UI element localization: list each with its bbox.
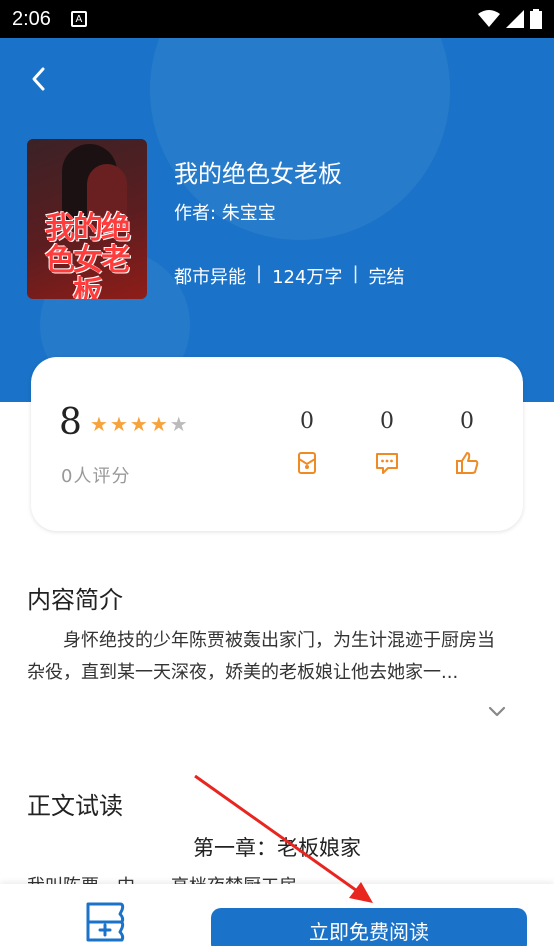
star-filled-icon: ★	[129, 412, 148, 436]
book-word-count: 124万字	[272, 267, 343, 288]
star-empty-icon: ★	[169, 412, 188, 436]
chevron-left-icon[interactable]	[24, 64, 54, 94]
trial-heading: 正文试读	[27, 792, 123, 820]
cover-title-art: 我的绝色女老板	[45, 211, 131, 300]
comment-count: 0	[380, 409, 394, 434]
signal-icon	[506, 10, 524, 28]
status-icons	[478, 9, 542, 29]
notification-icon: A	[70, 11, 87, 27]
intro-text: 身怀绝技的少年陈贾被轰出家门，为生计混迹于厨房当杂役，直到某一天深夜，娇美的老板…	[27, 630, 495, 683]
star-filled-icon: ★	[109, 412, 128, 436]
gift-count: 0	[300, 409, 314, 434]
like-stat[interactable]: 0	[437, 409, 497, 480]
book-category: 都市异能	[174, 267, 246, 288]
free-read-button[interactable]: 立即免费阅读	[211, 908, 527, 946]
meta-separator: |	[352, 263, 359, 284]
chapter-title: 第一章：老板娘家	[193, 836, 361, 860]
intro-heading: 内容简介	[27, 586, 123, 614]
comment-stat[interactable]: 0	[357, 409, 417, 480]
book-title: 我的绝色女老板	[174, 161, 342, 188]
rating-score: 8	[59, 402, 82, 443]
comment-icon[interactable]	[374, 450, 400, 476]
rating-card: 8 ★ ★ ★ ★ ★ 0人评分 0 0 0	[31, 357, 523, 531]
rating-count: 0人评分	[61, 466, 131, 487]
meta-separator: |	[256, 263, 263, 284]
book-author: 作者: 朱宝宝	[174, 203, 276, 224]
book-meta: 都市异能 | 124万字 | 完结	[174, 263, 405, 289]
like-count: 0	[460, 409, 474, 434]
chevron-down-icon[interactable]	[486, 700, 508, 722]
gift-icon[interactable]	[294, 450, 320, 476]
star-filled-icon: ★	[90, 412, 108, 436]
book-cover[interactable]: 我的绝色女老板	[27, 139, 147, 299]
thumbs-up-icon[interactable]	[454, 450, 480, 476]
bottom-action-bar: 立即免费阅读	[0, 884, 554, 946]
star-filled-icon: ★	[149, 412, 168, 436]
wifi-icon	[478, 10, 500, 27]
gift-stat[interactable]: 0	[277, 409, 337, 480]
status-bar: 2:06 A	[0, 0, 554, 38]
book-status: 完结	[368, 267, 405, 288]
battery-icon	[530, 9, 542, 29]
status-time: 2:06	[12, 7, 51, 30]
rating-stars: ★ ★ ★ ★ ★	[90, 412, 188, 436]
add-to-shelf-icon[interactable]	[84, 900, 128, 946]
